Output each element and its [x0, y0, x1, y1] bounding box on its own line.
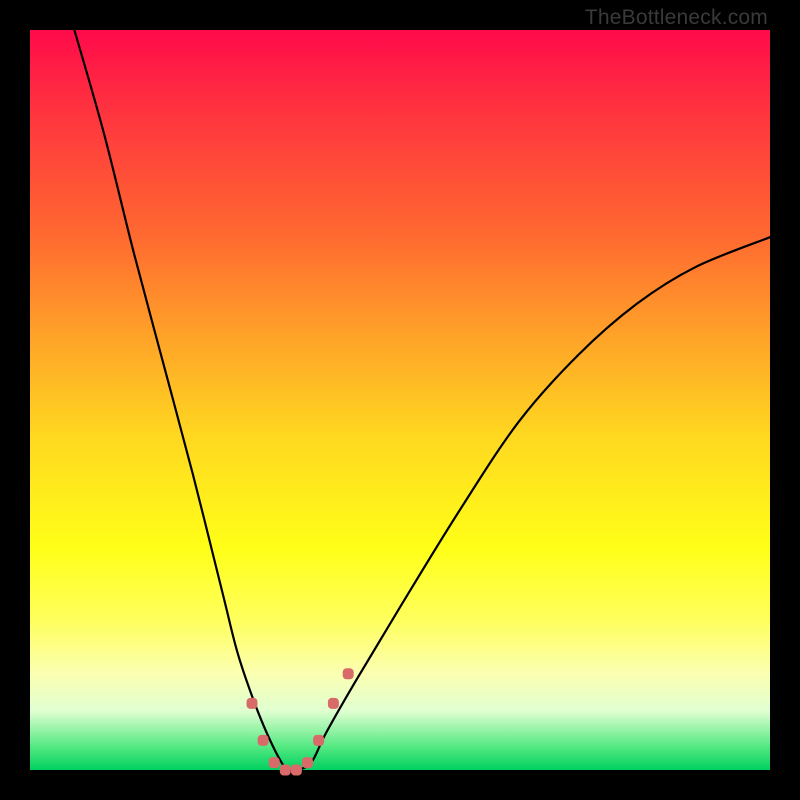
highlight-marker [328, 698, 339, 709]
watermark-text: TheBottleneck.com [585, 6, 768, 30]
highlight-marker [258, 735, 269, 746]
chart-svg [30, 30, 770, 770]
highlight-marker [269, 757, 280, 768]
highlight-marker [291, 765, 302, 776]
bottleneck-curve-path [74, 30, 770, 771]
highlight-marker [343, 668, 354, 679]
highlight-marker [280, 765, 291, 776]
highlight-marker [313, 735, 324, 746]
highlight-marker [247, 698, 258, 709]
highlight-marker [302, 757, 313, 768]
plot-area [30, 30, 770, 770]
